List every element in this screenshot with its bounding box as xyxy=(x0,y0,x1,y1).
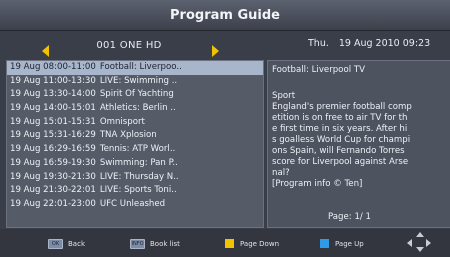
event-title: Tennis: ATP Worl.. xyxy=(99,144,176,155)
event-title: Swimming: Pan P.. xyxy=(99,157,178,168)
event-title: LIVE: Sports Toni.. xyxy=(99,185,177,196)
page-down-key[interactable]: Page Down xyxy=(225,239,279,248)
program-guide-screen: Program Guide 001 ONE HD Thu. 19 Aug 2010… xyxy=(0,0,450,257)
info-title: Football: Liverpool TV xyxy=(272,65,365,75)
yellow-key-icon xyxy=(225,239,234,248)
event-time: 19 Aug 16:29-16:59 xyxy=(10,144,96,155)
event-title: Athletics: Berlin .. xyxy=(99,103,176,114)
event-title: Football: Liverpoo.. xyxy=(99,62,182,72)
event-time: 19 Aug 13:30-14:00 xyxy=(10,89,96,100)
event-time: 19 Aug 15:01-15:31 xyxy=(10,116,96,127)
channel-bar: 001 ONE HD Thu. 19 Aug 2010 09:23 xyxy=(0,34,450,57)
event-title: LIVE: Swimming .. xyxy=(99,75,178,86)
current-day: Thu. xyxy=(308,38,329,49)
info-genre: Sport xyxy=(272,91,296,101)
event-time: 19 Aug 08:00-11:00 xyxy=(10,62,96,72)
event-row[interactable]: 19 Aug 16:59-19:30 Swimming: Pan P.. xyxy=(7,157,263,171)
event-row[interactable]: 19 Aug 19:30-21:30 LIVE: Thursday N.. xyxy=(7,171,263,185)
footer-bar: OK Back INFO Book list Page Down Page Up xyxy=(0,229,450,257)
info-page-indicator: Page: 1/ 1 xyxy=(328,212,371,223)
event-title: Omnisport xyxy=(99,116,145,127)
event-row[interactable]: 19 Aug 08:00-11:00 Football: Liverpoo.. xyxy=(7,61,263,75)
info-button-icon: INFO xyxy=(130,239,145,249)
title-bar: Program Guide xyxy=(0,0,450,31)
page-up-label: Page Up xyxy=(335,239,364,248)
ok-button-icon: OK xyxy=(48,239,63,249)
book-list-label: Book list xyxy=(150,240,180,248)
channel-selector: 001 ONE HD xyxy=(0,39,258,57)
event-time: 19 Aug 19:30-21:30 xyxy=(10,171,96,182)
back-label: Back xyxy=(68,240,85,248)
event-row[interactable]: 19 Aug 21:30-22:01 LIVE: Sports Toni.. xyxy=(7,184,263,198)
event-time: 19 Aug 22:01-23:00 xyxy=(10,198,96,209)
event-row[interactable]: 19 Aug 22:01-23:00 UFC Unleashed xyxy=(7,198,263,212)
current-date: 19 Aug 2010 09:23 xyxy=(338,38,431,49)
event-row[interactable]: 19 Aug 14:00-15:01 Athletics: Berlin .. xyxy=(7,102,263,116)
event-time: 19 Aug 11:00-13:30 xyxy=(10,75,96,86)
dpad-icon xyxy=(404,230,434,254)
event-row[interactable]: 19 Aug 15:01-15:31 Omnisport xyxy=(7,116,263,130)
arrow-left-icon[interactable] xyxy=(42,44,49,57)
event-list: 19 Aug 08:00-11:00 Football: Liverpoo.. 19… xyxy=(6,60,264,228)
info-description: England's premier football comp etition … xyxy=(272,102,412,189)
blue-key-icon xyxy=(320,239,329,248)
current-datetime: Thu. 19 Aug 2010 09:23 xyxy=(308,38,450,49)
book-list-key[interactable]: INFO Book list xyxy=(130,239,180,249)
page-value: 1/ 1 xyxy=(354,212,371,222)
event-title: TNA Xplosion xyxy=(99,130,157,141)
page-up-key[interactable]: Page Up xyxy=(320,239,364,248)
arrow-right-icon[interactable] xyxy=(212,44,219,57)
page-down-label: Page Down xyxy=(240,239,280,248)
event-row[interactable]: 19 Aug 13:30-14:00 Spirit Of Yachting xyxy=(7,88,263,102)
event-row[interactable]: 19 Aug 15:31-16:29 TNA Xplosion xyxy=(7,129,263,143)
event-title: Spirit Of Yachting xyxy=(99,89,174,100)
event-time: 19 Aug 14:00-15:01 xyxy=(10,103,96,114)
event-time: 19 Aug 21:30-22:01 xyxy=(10,185,96,196)
event-title: UFC Unleashed xyxy=(99,198,166,209)
event-info-panel: Football: Liverpool TV Sport England's p… xyxy=(267,60,450,228)
event-row[interactable]: 19 Aug 11:00-13:30 LIVE: Swimming .. xyxy=(7,75,263,89)
event-time: 19 Aug 16:59-19:30 xyxy=(10,157,96,168)
event-title: LIVE: Thursday N.. xyxy=(99,171,179,182)
event-time: 19 Aug 15:31-16:29 xyxy=(10,130,96,141)
back-key[interactable]: OK Back xyxy=(48,239,85,249)
page-label: Page: xyxy=(328,212,352,222)
page-title: Program Guide xyxy=(170,7,280,23)
channel-name: 001 ONE HD xyxy=(96,39,162,51)
event-row[interactable]: 19 Aug 16:29-16:59 Tennis: ATP Worl.. xyxy=(7,143,263,157)
